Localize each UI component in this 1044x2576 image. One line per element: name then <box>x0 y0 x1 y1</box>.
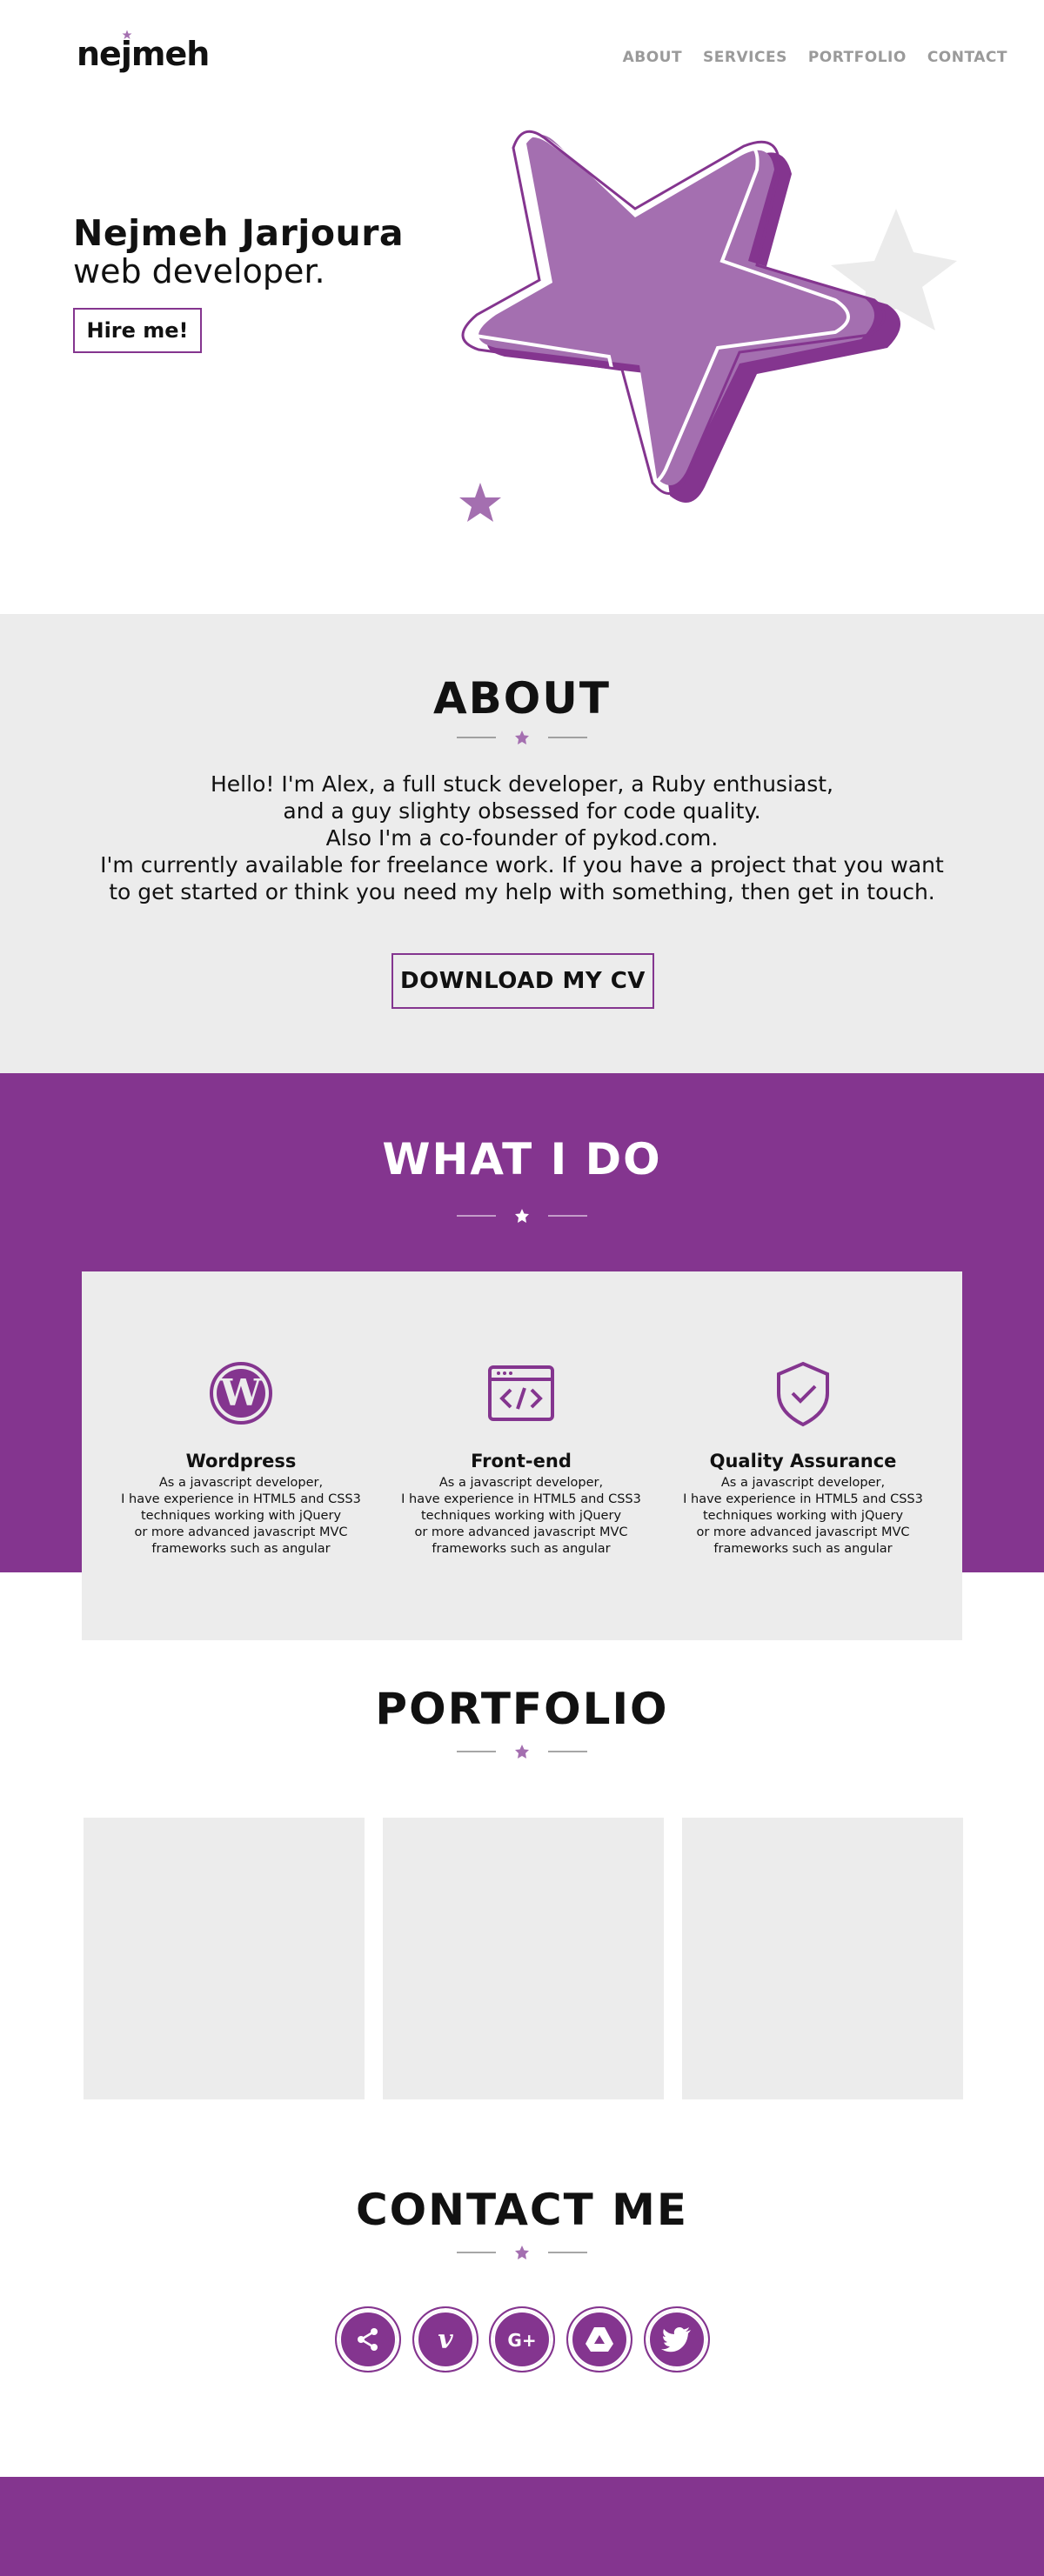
service-title: Quality Assurance <box>709 1451 897 1472</box>
hero-role: web developer. <box>73 252 325 290</box>
main-nav: ABOUT SERVICES PORTFOLIO CONTACT <box>623 49 1007 66</box>
hero-star-illustration <box>455 130 957 522</box>
portfolio-title: PORTFOLIO <box>375 1684 669 1734</box>
about-line-2: and a guy slighty obsessed for code qual… <box>283 798 761 824</box>
divider-star-icon <box>515 1209 529 1223</box>
about-line-1: Hello! I'm Alex, a full stuck developer,… <box>211 771 833 797</box>
hire-me-button[interactable]: Hire me! <box>73 308 202 353</box>
portfolio-divider <box>457 1745 587 1758</box>
service-description: As a javascript developer, I have experi… <box>683 1476 923 1556</box>
contact-title: CONTACT ME <box>355 2185 689 2235</box>
nav-portfolio[interactable]: PORTFOLIO <box>808 49 907 66</box>
about-divider <box>457 731 587 744</box>
service-description: As a javascript developer, I have experi… <box>121 1476 361 1556</box>
shield-check-icon <box>777 1361 829 1427</box>
services-title: WHAT I DO <box>382 1134 662 1185</box>
nav-contact[interactable]: CONTACT <box>927 49 1007 66</box>
services-card: W Wordpress As a javascript developer, I… <box>82 1271 962 1640</box>
download-cv-button[interactable]: DOWNLOAD MY CV <box>392 953 654 1009</box>
contact-divider <box>457 2246 587 2259</box>
service-wordpress: W Wordpress As a javascript developer, I… <box>97 1271 385 1640</box>
about-line-4: I'm currently available for freelance wo… <box>100 852 944 878</box>
service-title: Front-end <box>471 1451 572 1472</box>
google-plus-button[interactable]: G+ <box>489 2306 555 2372</box>
services-divider <box>457 1209 587 1223</box>
nav-about[interactable]: ABOUT <box>623 49 682 66</box>
about-line-3: Also I'm a co-founder of pykod.com. <box>325 825 719 851</box>
service-title: Wordpress <box>185 1451 297 1472</box>
logo-text: nejmeh <box>77 35 210 73</box>
portfolio-item[interactable] <box>84 1818 365 2099</box>
portfolio-item[interactable] <box>682 1818 963 2099</box>
main-star-shape <box>478 135 874 485</box>
divider-star-icon <box>515 731 529 744</box>
logo-star-icon <box>122 30 132 39</box>
portfolio-item[interactable] <box>383 1818 664 2099</box>
vimeo-button[interactable]: v <box>412 2306 478 2372</box>
wordpress-icon: W <box>210 1362 272 1425</box>
hero-name: Nejmeh Jarjoura <box>73 212 405 254</box>
share-button[interactable] <box>335 2306 401 2372</box>
footer-bar <box>0 2477 1044 2576</box>
service-quality-assurance: Quality Assurance As a javascript develo… <box>659 1271 947 1640</box>
google-drive-button[interactable] <box>566 2306 632 2372</box>
about-line-5: to get started or think you need my help… <box>109 879 935 904</box>
about-section: ABOUT Hello! I'm Alex, a full stuck deve… <box>0 614 1044 1073</box>
site-logo[interactable]: nejmeh <box>77 30 210 73</box>
code-window-icon <box>488 1365 554 1421</box>
divider-star-icon <box>515 2246 529 2259</box>
twitter-button[interactable] <box>644 2306 710 2372</box>
divider-star-icon <box>515 1745 529 1758</box>
about-title: ABOUT <box>432 673 612 724</box>
service-description: As a javascript developer, I have experi… <box>401 1476 641 1556</box>
svg-text:W: W <box>219 1371 262 1414</box>
small-purple-star-shape <box>459 483 501 522</box>
nav-services[interactable]: SERVICES <box>703 49 787 66</box>
service-frontend: Front-end As a javascript developer, I h… <box>378 1271 665 1640</box>
